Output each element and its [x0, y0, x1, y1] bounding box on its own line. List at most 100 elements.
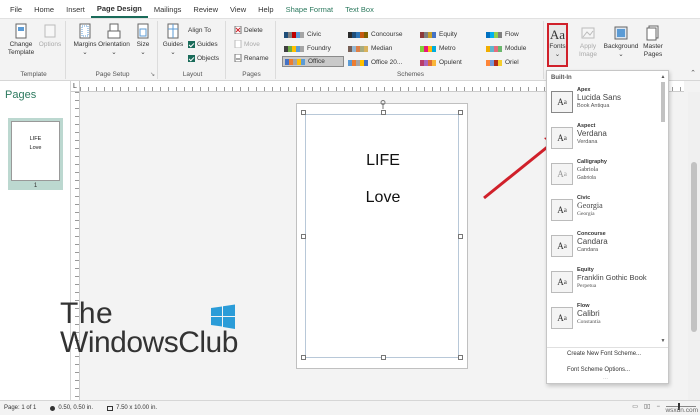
scroll-down-icon[interactable]: ▼	[660, 338, 666, 344]
margins-button[interactable]: Margins ⌄	[72, 23, 98, 57]
page-setup-group: Margins ⌄ Orientation ⌄ Size ⌄ Page Setu…	[68, 21, 158, 79]
fonts-dropdown-panel: Built-In Aa Apex Lucida Sans Book Antiqu…	[546, 70, 669, 384]
scheme-median[interactable]: Median	[346, 43, 394, 54]
font-scheme-civic-minor: Georgia	[577, 211, 595, 217]
font-scheme-aspect[interactable]: Aa Aspect Verdana Verdana	[551, 121, 659, 155]
vertical-scrollbar-thumb[interactable]	[691, 162, 697, 332]
scheme-module[interactable]: Module	[484, 43, 528, 54]
two-page-view-icon[interactable]: ▯▯	[644, 403, 651, 410]
logo-line-windowsclub: WindowsClub	[60, 326, 238, 359]
page-setup-launcher-icon[interactable]: ↘	[150, 71, 155, 78]
scheme-opulent[interactable]: Opulent	[418, 57, 464, 68]
scheme-office[interactable]: Office	[282, 56, 344, 67]
move-page-button[interactable]: Move	[234, 39, 260, 49]
status-size: 7.50 x 10.00 in.	[107, 405, 157, 411]
text-box-frame[interactable]	[305, 114, 459, 358]
change-template-label: Change Template	[7, 41, 35, 56]
tab-home[interactable]: Home	[28, 0, 60, 18]
rotate-handle-icon[interactable]	[379, 100, 387, 110]
delete-page-icon	[234, 26, 242, 34]
site-watermark: wsxdn.com	[665, 407, 698, 414]
resize-handle-middle-left[interactable]	[301, 234, 306, 239]
scheme-equity[interactable]: Equity	[418, 29, 459, 40]
create-new-font-scheme-link[interactable]: Create New Font Scheme...	[567, 351, 641, 357]
collapse-ribbon-icon[interactable]: ⌃	[690, 69, 696, 77]
font-scheme-apex[interactable]: Aa Apex Lucida Sans Book Antiqua	[551, 85, 659, 119]
font-scheme-concourse-preview-icon: Aa	[551, 235, 573, 257]
font-scheme-calligraphy[interactable]: Aa Calligraphy Gabriola Gabriola	[551, 157, 659, 191]
change-template-button[interactable]: Change Template	[8, 23, 34, 57]
font-scheme-aspect-minor: Verdana	[577, 139, 598, 145]
document-text-life[interactable]: LIFE	[297, 152, 469, 170]
delete-page-button[interactable]: Delete	[234, 25, 263, 35]
resize-handle-middle-right[interactable]	[458, 234, 463, 239]
scheme-metro-swatch	[420, 45, 436, 52]
scheme-concourse-swatch	[348, 31, 368, 38]
objects-checkbox[interactable]: Objects	[188, 53, 219, 63]
tab-insert[interactable]: Insert	[60, 0, 91, 18]
fonts-dropdown-icon: ⌄	[554, 51, 561, 58]
tab-file[interactable]: File	[4, 0, 28, 18]
master-pages-icon	[646, 25, 659, 41]
publication-page[interactable]: LIFE Love	[296, 100, 469, 369]
tab-mailings[interactable]: Mailings	[148, 0, 188, 18]
schemes-group: Civic Concourse Equity Flow Foundry Medi…	[278, 21, 544, 79]
font-scheme-aspect-major: Verdana	[577, 129, 607, 138]
background-label: Background	[603, 43, 639, 50]
guides-button[interactable]: Guides ⌄	[162, 23, 184, 57]
options-button[interactable]: Options	[38, 23, 62, 49]
tab-page-design[interactable]: Page Design	[90, 0, 148, 18]
rename-page-icon	[234, 54, 242, 62]
scheme-foundry[interactable]: Foundry	[282, 43, 333, 54]
resize-handle-top-left[interactable]	[301, 110, 306, 115]
font-scheme-civic[interactable]: Aa Civic Georgia Georgia	[551, 193, 659, 227]
scheme-office-2013[interactable]: Office 20...	[346, 57, 404, 68]
fonts-panel-scroll-thumb[interactable]	[661, 82, 665, 122]
resize-handle-bottom-left[interactable]	[301, 355, 306, 360]
scheme-civic[interactable]: Civic	[282, 29, 323, 40]
scheme-concourse[interactable]: Concourse	[346, 29, 404, 40]
objects-checkbox-label: Objects	[197, 54, 220, 62]
font-scheme-concourse-major: Candara	[577, 237, 608, 246]
resize-handle-bottom-center[interactable]	[381, 355, 386, 360]
resize-handle-top-center[interactable]	[381, 110, 386, 115]
apply-image-button[interactable]: Apply Image	[574, 25, 602, 59]
fonts-button[interactable]: Aa Fonts ⌄	[547, 23, 568, 67]
guides-checkbox[interactable]: Guides	[188, 39, 218, 49]
page-thumbnail-preview: LIFE Love	[11, 121, 60, 181]
font-scheme-flow[interactable]: Aa Flow Calibri Constantia	[551, 301, 659, 335]
font-scheme-equity[interactable]: Aa Equity Franklin Gothic Book Perpetua	[551, 265, 659, 299]
resize-handle-top-right[interactable]	[458, 110, 463, 115]
scheme-flow[interactable]: Flow	[484, 29, 521, 40]
tab-view[interactable]: View	[224, 0, 252, 18]
document-text-love[interactable]: Love	[297, 189, 469, 207]
tab-text-box[interactable]: Text Box	[339, 0, 380, 18]
panel-resize-grip-icon[interactable]: ⋯	[603, 376, 608, 382]
background-button[interactable]: Background ⌄	[604, 25, 638, 59]
scheme-module-swatch	[486, 45, 502, 52]
tab-shape-format[interactable]: Shape Format	[280, 0, 340, 18]
scheme-metro[interactable]: Metro	[418, 43, 458, 54]
status-page-count[interactable]: Page: 1 of 1	[4, 405, 36, 411]
scheme-oriel[interactable]: Oriel	[484, 57, 521, 68]
zoom-out-icon[interactable]: −	[656, 404, 660, 410]
scheme-opulent-label: Opulent	[439, 59, 462, 66]
scheme-metro-label: Metro	[439, 45, 456, 52]
size-button[interactable]: Size ⌄	[132, 23, 154, 57]
font-scheme-options-link[interactable]: Font Scheme Options...	[567, 367, 630, 373]
orientation-button[interactable]: Orientation ⌄	[98, 23, 130, 57]
ruler-corner[interactable]: L	[71, 81, 80, 92]
tab-review[interactable]: Review	[187, 0, 224, 18]
fonts-panel-scrollbar[interactable]: ▲ ▼	[660, 74, 666, 344]
master-pages-button[interactable]: Master Pages	[640, 25, 666, 59]
thumbnail-line-love: Love	[29, 145, 42, 151]
vertical-scrollbar[interactable]	[688, 92, 700, 400]
tab-help[interactable]: Help	[252, 0, 279, 18]
scroll-up-icon[interactable]: ▲	[660, 74, 666, 80]
resize-handle-bottom-right[interactable]	[458, 355, 463, 360]
page-thumbnail[interactable]: LIFE Love 1	[8, 118, 63, 190]
rename-page-button[interactable]: Rename	[234, 53, 269, 63]
status-position: 0.50, 0.50 in.	[50, 405, 93, 411]
font-scheme-concourse[interactable]: Aa Concourse Candara Candara	[551, 229, 659, 263]
single-page-view-icon[interactable]: ▭	[632, 403, 638, 410]
